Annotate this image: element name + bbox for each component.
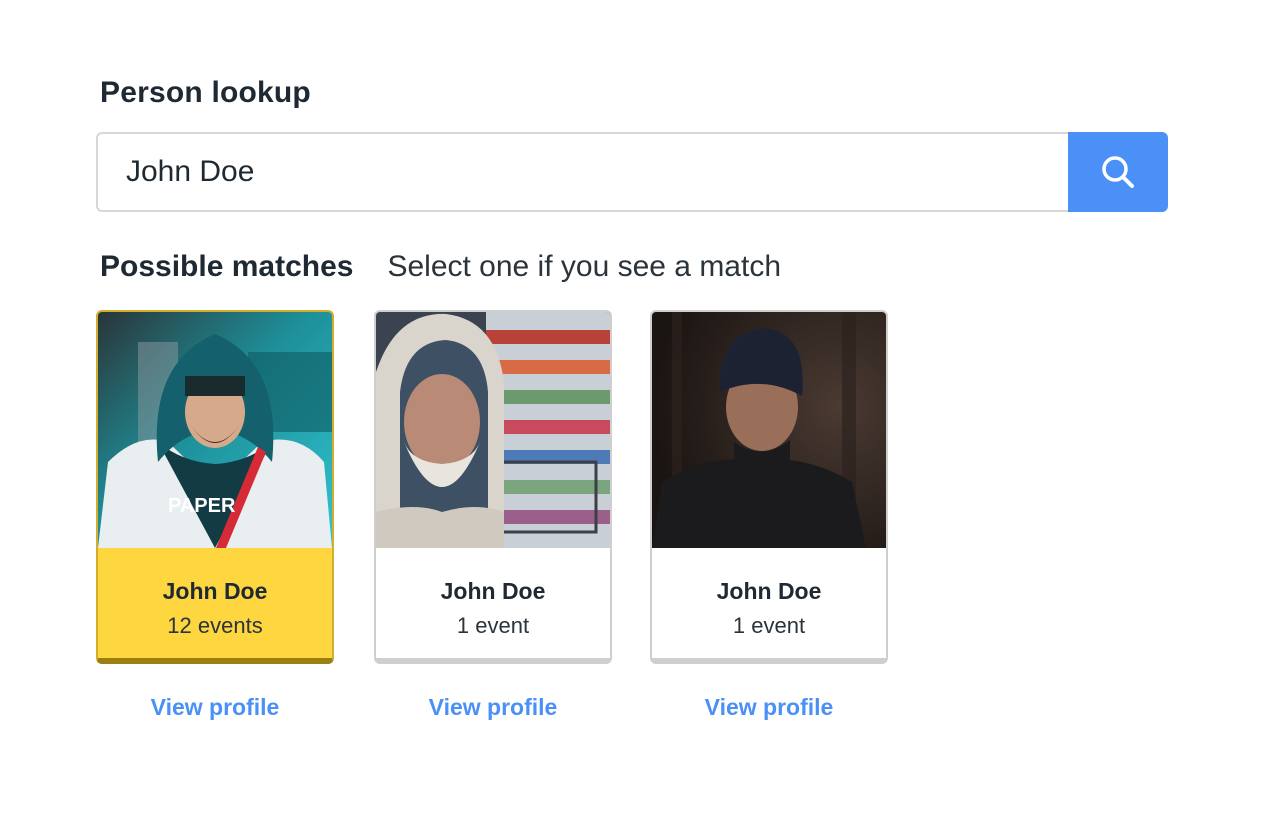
card-name: John Doe (440, 578, 546, 604)
person-photo: PAPER (98, 312, 332, 548)
search-bar (96, 132, 1168, 212)
card-name: John Doe (162, 578, 268, 604)
person-photo (652, 312, 886, 548)
card-event-count: 12 events (167, 613, 263, 638)
matches-heading: Possible matches Select one if you see a… (100, 250, 781, 284)
view-profile-link[interactable]: View profile (96, 694, 334, 721)
svg-text:PAPER: PAPER (168, 495, 236, 517)
search-icon (1102, 156, 1134, 188)
search-input[interactable] (96, 132, 1068, 212)
view-profile-link[interactable]: View profile (650, 694, 888, 721)
page-title: Person lookup (100, 76, 311, 109)
match-card[interactable]: John Doe 1 event (374, 310, 612, 664)
view-profile-link[interactable]: View profile (374, 694, 612, 721)
match-card[interactable]: PAPER John Doe 12 events (96, 310, 334, 664)
matches-title: Possible matches (100, 250, 354, 283)
match-card[interactable]: John Doe 1 event (650, 310, 888, 664)
card-name: John Doe (716, 578, 822, 604)
search-button[interactable] (1068, 132, 1168, 212)
card-event-count: 1 event (732, 613, 806, 638)
person-photo (376, 312, 610, 548)
matches-hint: Select one if you see a match (387, 250, 782, 283)
card-event-count: 1 event (456, 613, 530, 638)
person-lookup-page: Person lookup Possible matches Select on… (0, 0, 1264, 828)
